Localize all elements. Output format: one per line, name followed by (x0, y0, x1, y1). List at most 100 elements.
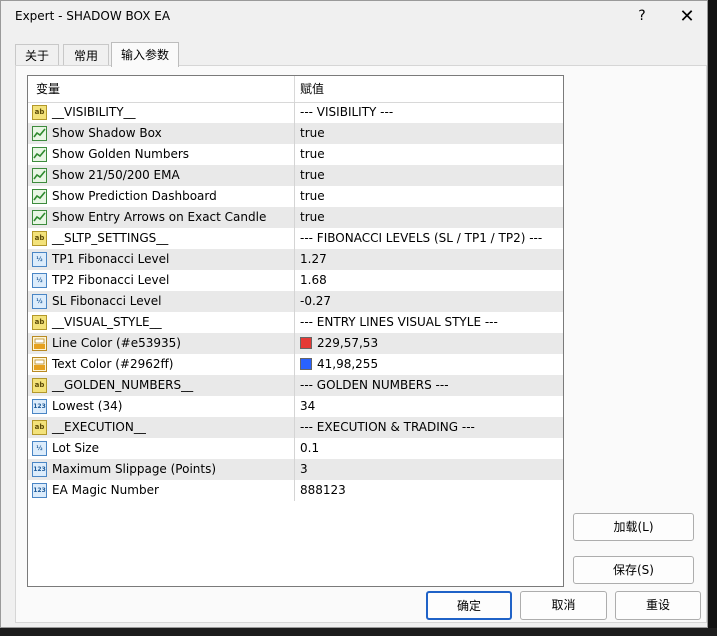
parameter-value[interactable]: 1.27 (300, 249, 327, 270)
parameter-value[interactable]: 41,98,255 (300, 354, 378, 375)
parameter-name: Show Golden Numbers (52, 147, 190, 161)
parameter-value[interactable]: true (300, 144, 325, 165)
parameter-name: __GOLDEN_NUMBERS__ (52, 378, 194, 392)
table-row[interactable]: ½ TP1 Fibonacci Level 1.27 (28, 249, 563, 270)
parameter-value[interactable]: true (300, 165, 325, 186)
parameter-value[interactable]: 1.68 (300, 270, 327, 291)
color-icon (32, 357, 47, 372)
save-button[interactable]: 保存(S) (573, 556, 694, 584)
parameter-name: Lowest (34) (52, 399, 123, 413)
table-row[interactable]: ab __SLTP_SETTINGS__ --- FIBONACCI LEVELS … (28, 228, 563, 249)
table-row[interactable]: 123 EA Magic Number 888123 (28, 480, 563, 501)
parameter-name: Show Shadow Box (52, 126, 162, 140)
parameter-name: Line Color (#e53935) (52, 336, 181, 350)
string-icon: ab (32, 315, 47, 330)
tab-common[interactable]: 常用 (63, 44, 109, 67)
cancel-button[interactable]: 取消 (520, 591, 607, 620)
table-row[interactable]: ½ TP2 Fibonacci Level 1.68 (28, 270, 563, 291)
parameter-value-text: true (300, 189, 325, 203)
table-row[interactable]: Show Golden Numbers true (28, 144, 563, 165)
parameter-name: __VISUAL_STYLE__ (52, 315, 162, 329)
parameter-value[interactable]: --- VISIBILITY --- (300, 102, 393, 123)
cell-divider (294, 102, 295, 123)
cell-divider (294, 186, 295, 207)
table-row[interactable]: Show 21/50/200 EMA true (28, 165, 563, 186)
table-row[interactable]: Show Entry Arrows on Exact Candle true (28, 207, 563, 228)
table-row[interactable]: ab __VISIBILITY__ --- VISIBILITY --- (28, 102, 563, 123)
parameter-value-text: -0.27 (300, 294, 332, 308)
column-header-variable[interactable]: 变量 (36, 76, 60, 102)
parameter-value-text: true (300, 126, 325, 140)
int-icon: 123 (32, 399, 47, 414)
cell-divider (294, 312, 295, 333)
parameter-value[interactable]: --- GOLDEN NUMBERS --- (300, 375, 449, 396)
parameter-name: __EXECUTION__ (52, 420, 146, 434)
parameter-value-text: 888123 (300, 483, 346, 497)
parameter-value[interactable]: 34 (300, 396, 315, 417)
parameter-value[interactable]: true (300, 207, 325, 228)
table-row[interactable]: 123 Lowest (34) 34 (28, 396, 563, 417)
double-icon: ½ (32, 294, 47, 309)
parameter-value[interactable]: 0.1 (300, 438, 319, 459)
close-button[interactable]: ✕ (674, 5, 700, 29)
parameter-name: EA Magic Number (52, 483, 159, 497)
parameter-name: SL Fibonacci Level (52, 294, 162, 308)
cell-divider (294, 459, 295, 480)
load-button[interactable]: 加载(L) (573, 513, 694, 541)
parameter-value-text: 34 (300, 399, 316, 413)
table-row[interactable]: ab __VISUAL_STYLE__ --- ENTRY LINES VISUAL… (28, 312, 563, 333)
parameter-value[interactable]: 3 (300, 459, 308, 480)
table-row[interactable]: Show Shadow Box true (28, 123, 563, 144)
parameter-value[interactable]: true (300, 123, 325, 144)
tab-about[interactable]: 关于 (15, 44, 59, 67)
cell-divider (294, 375, 295, 396)
color-swatch[interactable] (300, 337, 312, 349)
help-button[interactable]: ? (631, 5, 653, 27)
column-divider[interactable] (294, 76, 295, 102)
parameter-value[interactable]: -0.27 (300, 291, 331, 312)
cell-divider (294, 207, 295, 228)
bool-icon (32, 168, 47, 183)
table-row[interactable]: ½ Lot Size 0.1 (28, 438, 563, 459)
title-bar[interactable]: Expert - SHADOW BOX EA ? ✕ (1, 1, 707, 33)
background-chart-edge (708, 0, 717, 636)
cell-divider (294, 396, 295, 417)
table-row[interactable]: Line Color (#e53935) 229,57,53 (28, 333, 563, 354)
parameter-value[interactable]: --- EXECUTION & TRADING --- (300, 417, 475, 438)
parameter-value-text: --- EXECUTION & TRADING --- (300, 420, 475, 434)
table-row[interactable]: ab __GOLDEN_NUMBERS__ --- GOLDEN NUMBERS -… (28, 375, 563, 396)
table-header: 变量 赋值 (28, 76, 563, 103)
int-icon: 123 (32, 462, 47, 477)
parameter-value[interactable]: 888123 (300, 480, 346, 501)
string-icon: ab (32, 105, 47, 120)
table-row[interactable]: 123 Maximum Slippage (Points) 3 (28, 459, 563, 480)
cell-divider (294, 333, 295, 354)
bool-icon (32, 126, 47, 141)
bool-icon (32, 189, 47, 204)
parameter-value[interactable]: --- FIBONACCI LEVELS (SL / TP1 / TP2) --… (300, 228, 542, 249)
cell-divider (294, 249, 295, 270)
parameter-value-text: 3 (300, 462, 308, 476)
table-row[interactable]: ½ SL Fibonacci Level -0.27 (28, 291, 563, 312)
parameter-value[interactable]: 229,57,53 (300, 333, 378, 354)
table-row[interactable]: Show Prediction Dashboard true (28, 186, 563, 207)
color-swatch[interactable] (300, 358, 312, 370)
parameter-value[interactable]: true (300, 186, 325, 207)
ok-button[interactable]: 确定 (426, 591, 512, 620)
cell-divider (294, 480, 295, 501)
table-row[interactable]: Text Color (#2962ff) 41,98,255 (28, 354, 563, 375)
double-icon: ½ (32, 252, 47, 267)
color-icon (32, 336, 47, 351)
cell-divider (294, 438, 295, 459)
reset-button[interactable]: 重设 (615, 591, 701, 620)
parameter-name: Maximum Slippage (Points) (52, 462, 217, 476)
table-row[interactable]: ab __EXECUTION__ --- EXECUTION & TRADING -… (28, 417, 563, 438)
cell-divider (294, 123, 295, 144)
column-header-value[interactable]: 赋值 (300, 76, 324, 102)
parameter-name: Lot Size (52, 441, 99, 455)
parameter-value[interactable]: --- ENTRY LINES VISUAL STYLE --- (300, 312, 498, 333)
parameter-name: Show 21/50/200 EMA (52, 168, 180, 182)
parameter-value-text: --- GOLDEN NUMBERS --- (300, 378, 449, 392)
tab-inputs[interactable]: 输入参数 (111, 42, 179, 67)
parameter-name: Show Entry Arrows on Exact Candle (52, 210, 267, 224)
